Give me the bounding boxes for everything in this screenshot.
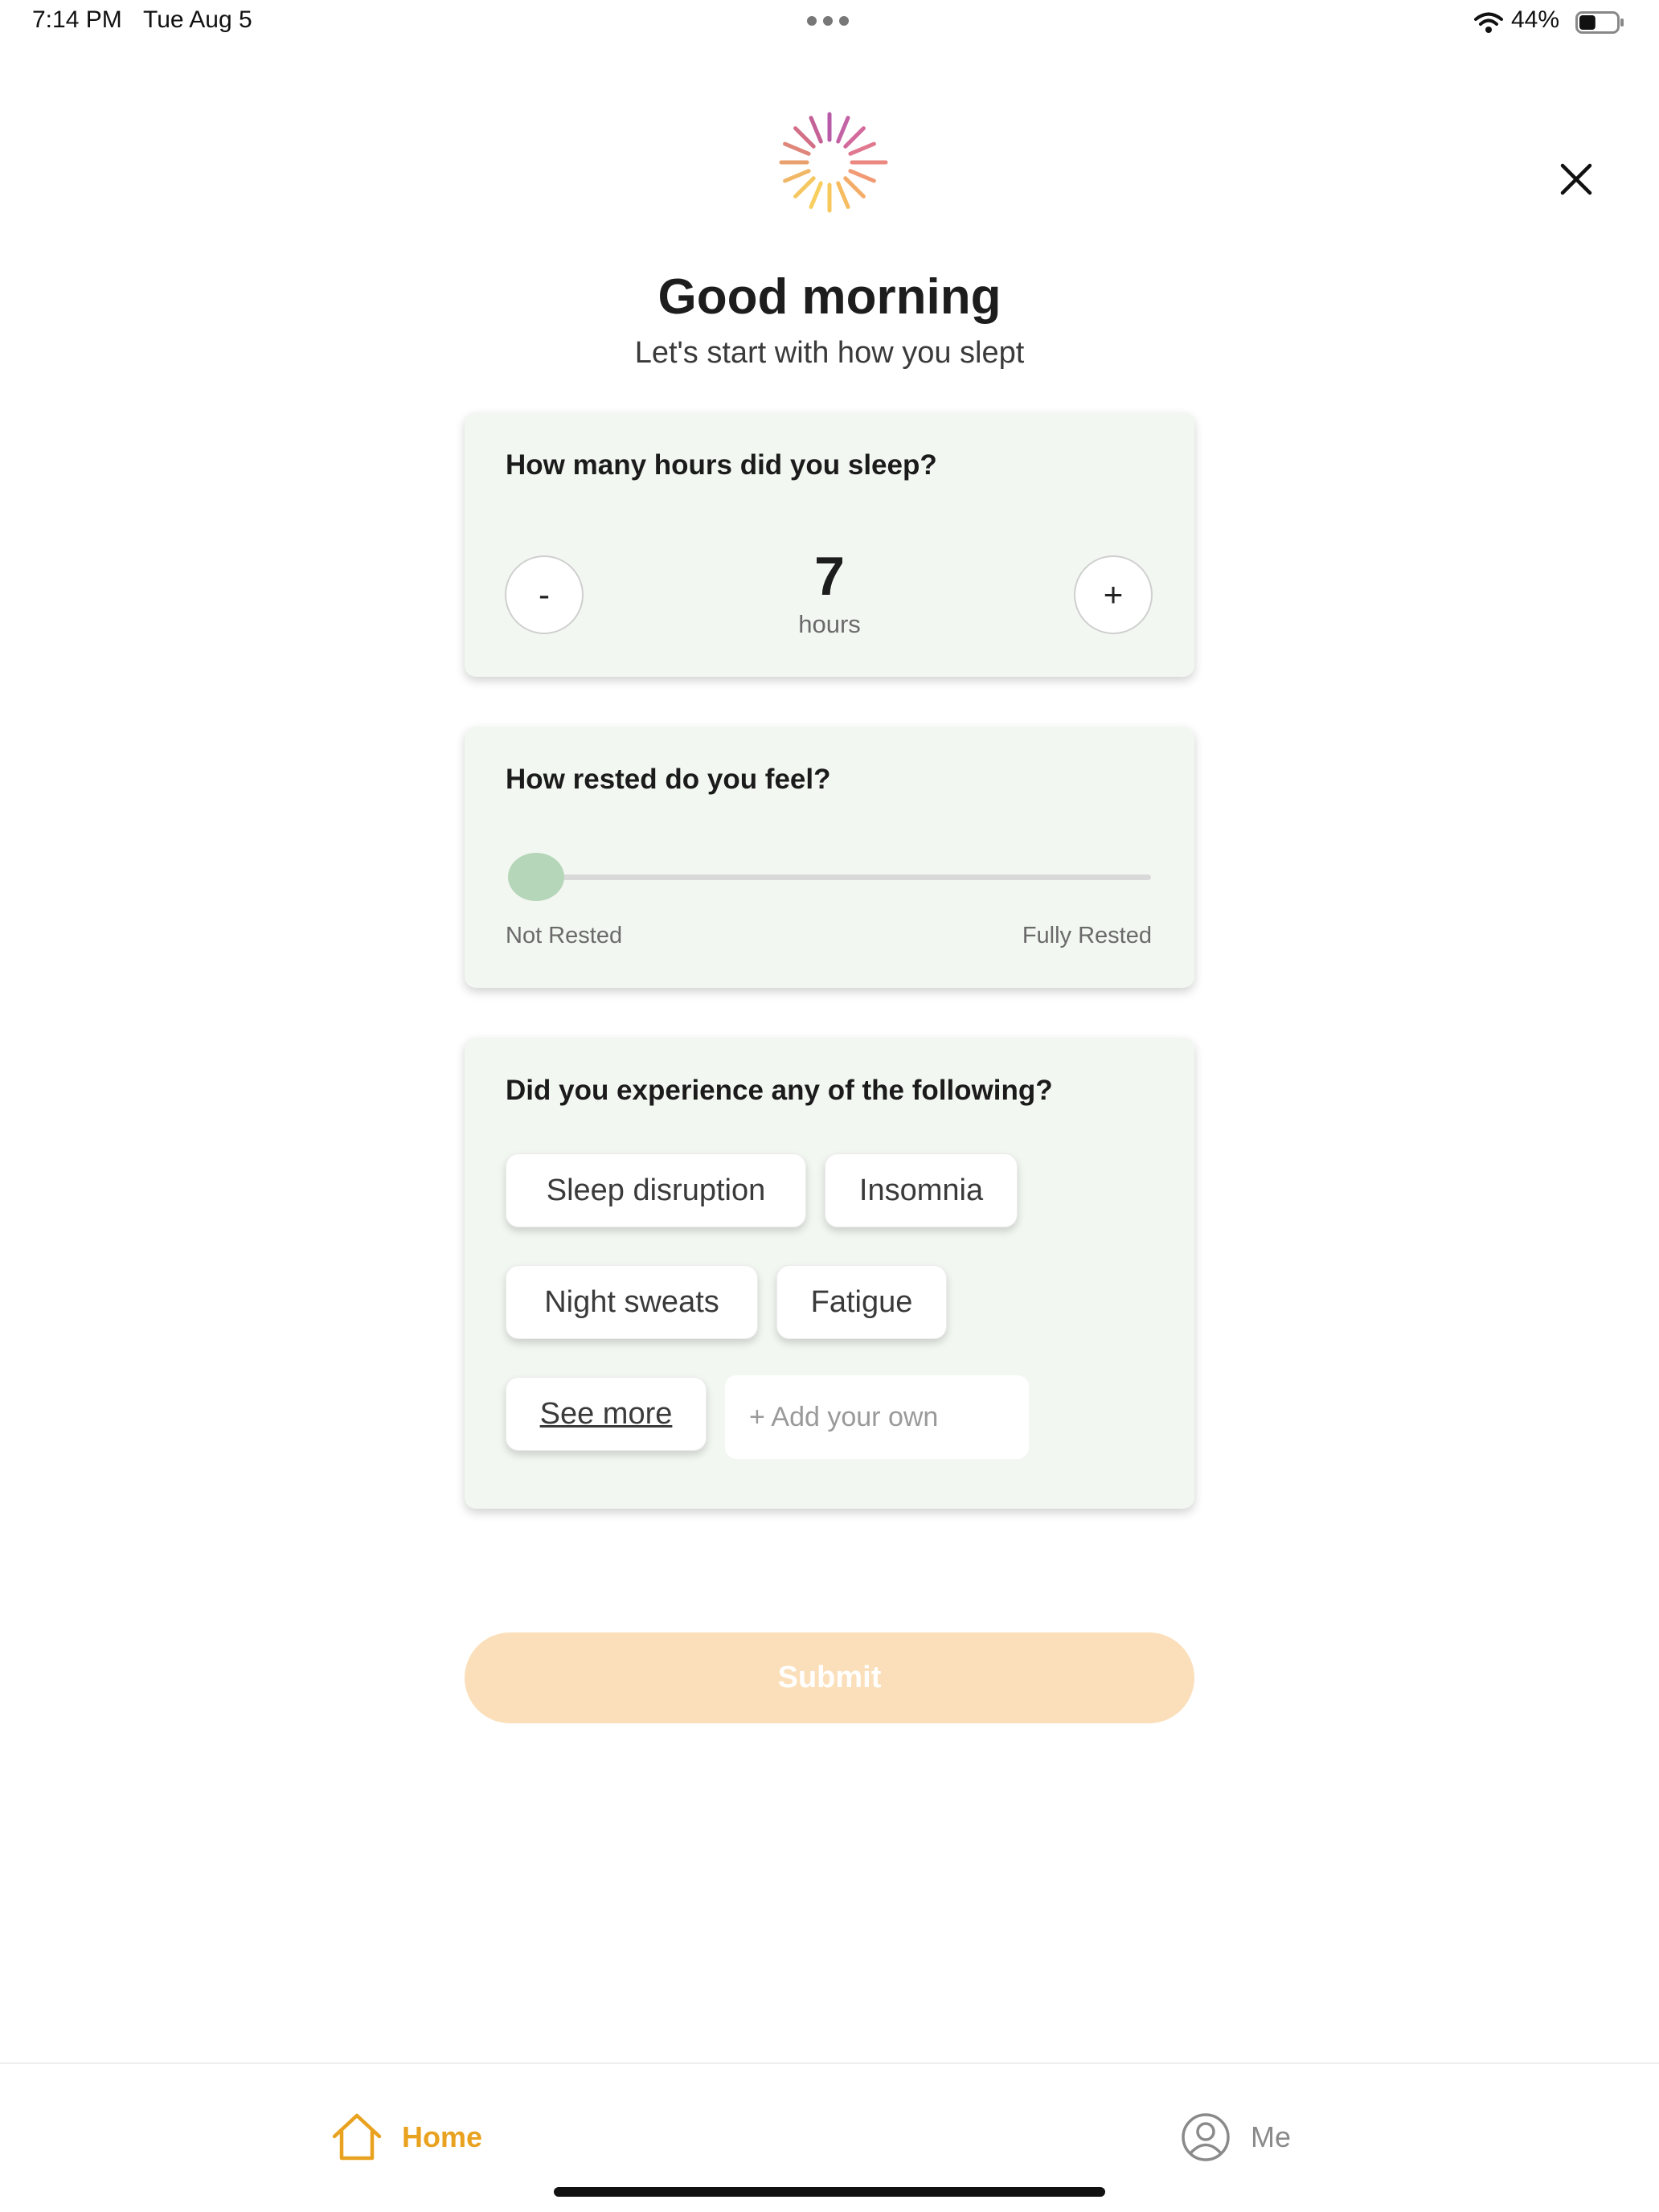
chip-night-sweats[interactable]: Night sweats [506,1265,758,1339]
logo-ray [848,169,876,183]
symptoms-question: Did you experience any of the following? [506,1075,1053,1106]
see-more-button[interactable]: See more [506,1377,707,1451]
logo-ray [836,181,850,209]
status-bar: 7:14 PM Tue Aug 5 44% [0,0,1659,48]
tab-home-label: Home [402,2120,483,2153]
logo-ray [836,116,850,144]
logo-ray [848,141,876,156]
chip-insomnia[interactable]: Insomnia [825,1153,1018,1227]
slider-min-label: Not Rested [506,923,623,948]
status-date: Tue Aug 5 [143,6,252,33]
logo-ray [793,176,816,199]
slider-max-label: Fully Rested [1022,923,1152,948]
rested-card: How rested do you feel? Not Rested Fully… [465,727,1194,988]
logo-ray [843,176,866,199]
logo-ray [783,141,811,156]
close-icon[interactable] [1556,159,1596,199]
add-your-own-input[interactable] [725,1375,1029,1459]
sleep-hours-question: How many hours did you sleep? [506,449,937,481]
submit-button[interactable]: Submit [465,1632,1194,1723]
tab-home[interactable]: Home [331,2112,482,2162]
wifi-icon [1474,12,1503,33]
logo-ray [809,116,823,144]
battery-icon [1575,11,1624,34]
tab-bar-divider [0,2062,1659,2064]
page-subtitle: Let's start with how you slept [634,336,1025,370]
profile-icon [1182,2113,1230,2161]
logo-ray [809,181,823,209]
chip-fatigue[interactable]: Fatigue [776,1265,947,1339]
home-icon [332,2113,382,2161]
slider-track [524,875,1151,880]
increment-hours-button[interactable]: + [1074,555,1153,634]
tab-me-label: Me [1251,2120,1292,2153]
more-dots-icon[interactable] [807,16,852,27]
chip-sleep-disruption[interactable]: Sleep disruption [506,1153,806,1227]
tab-me[interactable]: Me [1180,2112,1291,2162]
logo-ray [783,169,811,183]
status-time: 7:14 PM [32,6,122,33]
slider-thumb[interactable] [508,853,564,901]
sleep-hours-card: How many hours did you sleep? - 7 hours … [465,412,1194,677]
logo-ray [843,126,866,149]
sunburst-logo-icon [779,112,888,213]
logo-ray [793,126,816,149]
rested-question: How rested do you feel? [506,764,831,795]
battery-percent: 44% [1511,6,1560,33]
symptoms-card: Did you experience any of the following?… [465,1038,1194,1509]
rested-slider[interactable] [508,851,1151,903]
page-title: Good morning [657,269,1002,325]
home-indicator [554,2187,1105,2197]
